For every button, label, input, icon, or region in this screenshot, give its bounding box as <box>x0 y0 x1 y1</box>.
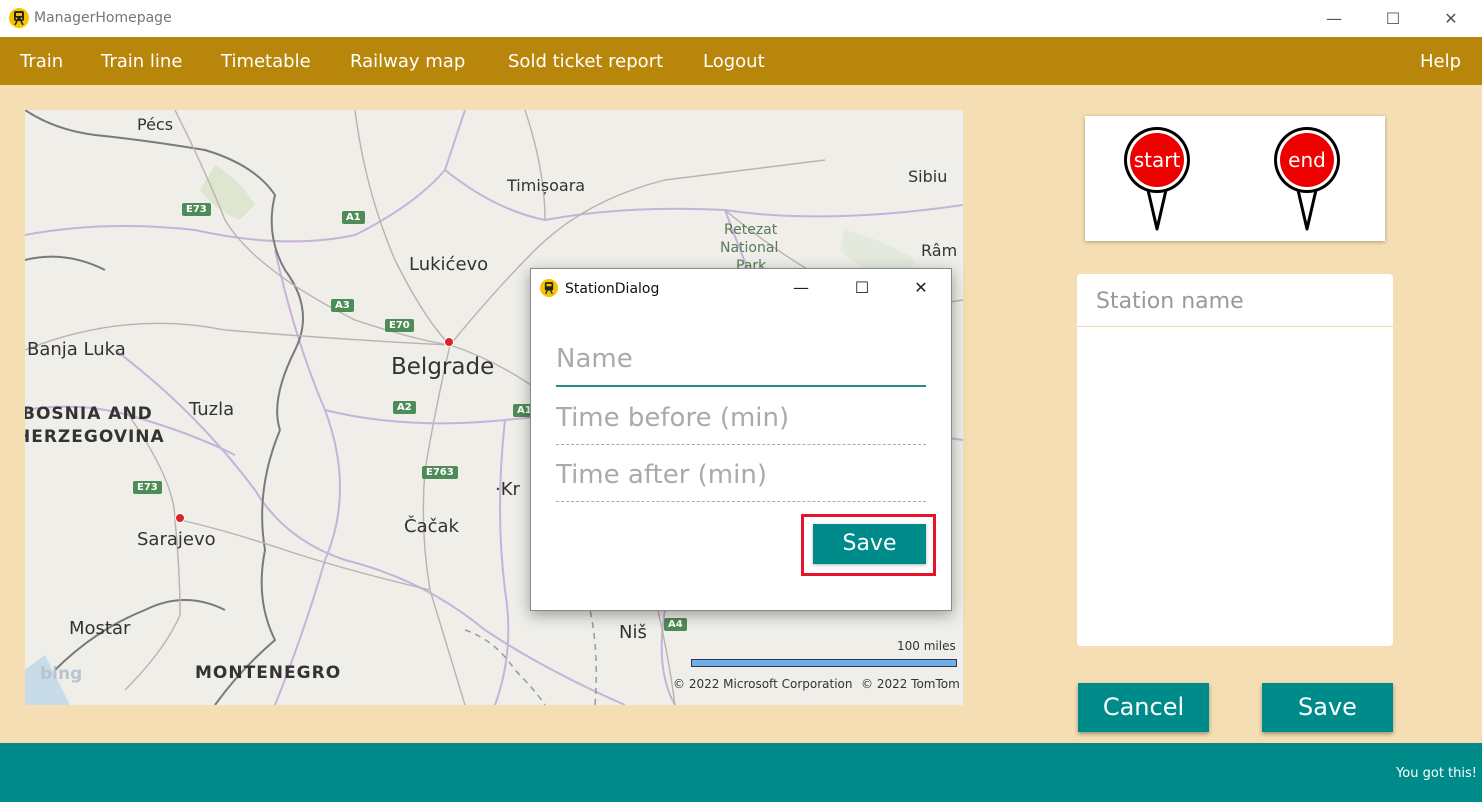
road-shield-e763: E763 <box>422 466 458 479</box>
map-scale-bar <box>691 659 957 667</box>
start-pin-label: start <box>1134 148 1181 172</box>
map-label-mostar: Mostar <box>69 618 131 639</box>
map-label-tuzla: Tuzla <box>189 399 235 420</box>
road-shield-a2: A2 <box>393 401 416 414</box>
menu-train-line[interactable]: Train line <box>101 51 182 72</box>
map-label-nis: Niš <box>619 622 647 643</box>
start-pin-icon[interactable]: start <box>1121 125 1193 231</box>
road-shield-e73: E73 <box>182 203 211 216</box>
map-label-pecs: Pécs <box>137 115 174 134</box>
menu-train[interactable]: Train <box>20 51 63 72</box>
map-label-sarajevo: Sarajevo <box>137 529 216 550</box>
map-label-national: National <box>720 240 779 256</box>
map-label-cacak: Čačak <box>404 516 459 537</box>
dialog-title: StationDialog <box>565 281 660 297</box>
menu-logout[interactable]: Logout <box>703 51 765 72</box>
close-icon[interactable]: ✕ <box>1422 0 1480 37</box>
map-label-bosnia: BOSNIA AND <box>25 404 153 424</box>
station-list-divider <box>1077 326 1393 327</box>
map-label-sibiu: Sibiu <box>908 167 948 186</box>
map-label-ramnicu: Râm <box>921 241 958 260</box>
window-title: ManagerHomepage <box>34 10 172 26</box>
dialog-maximize-icon[interactable]: ☐ <box>842 274 882 302</box>
menu-timetable[interactable]: Timetable <box>221 51 311 72</box>
map-label-lukicevo: Lukićevo <box>409 254 489 275</box>
name-input[interactable] <box>556 337 926 381</box>
map-label-retezat: Retezat <box>724 222 778 238</box>
map-label-belgrade: Belgrade <box>391 354 495 380</box>
name-field <box>556 337 926 387</box>
end-pin-icon[interactable]: end <box>1271 125 1343 231</box>
road-shield-e73-south: E73 <box>133 481 162 494</box>
menu-sold-ticket-report[interactable]: Sold ticket report <box>508 51 663 72</box>
pin-panel: start end <box>1085 116 1385 241</box>
end-pin-label: end <box>1288 148 1326 172</box>
map-scale-label: 100 miles <box>897 639 956 653</box>
save-button[interactable]: Save <box>1262 683 1393 732</box>
maximize-icon[interactable]: ☐ <box>1364 0 1422 37</box>
minimize-icon[interactable]: — <box>1305 0 1363 37</box>
city-marker-belgrade <box>444 337 454 347</box>
cancel-button[interactable]: Cancel <box>1078 683 1209 732</box>
station-list-header: Station name <box>1096 289 1244 314</box>
menu-railway-map[interactable]: Railway map <box>350 51 465 72</box>
time-before-field <box>556 396 926 445</box>
map-label-montenegro: MONTENEGRO <box>195 663 342 683</box>
map-label-kr: ·Kr <box>495 479 520 500</box>
city-marker-sarajevo <box>175 513 185 523</box>
dialog-save-button[interactable]: Save <box>813 524 926 564</box>
dialog-minimize-icon[interactable]: — <box>781 274 821 302</box>
road-shield-a3: A3 <box>331 299 354 312</box>
train-dialog-icon <box>540 279 558 297</box>
station-list[interactable]: Station name <box>1077 274 1393 646</box>
status-bar: You got this! <box>0 743 1482 802</box>
road-shield-e70: E70 <box>385 319 414 332</box>
map-copyright-tomtom: © 2022 TomTom <box>861 677 960 691</box>
time-before-input[interactable] <box>556 396 926 440</box>
train-app-icon <box>9 8 29 28</box>
menu-bar: Train Train line Timetable Railway map S… <box>0 37 1482 85</box>
dialog-close-icon[interactable]: ✕ <box>901 274 941 302</box>
window-titlebar: ManagerHomepage — ☐ ✕ <box>0 0 1482 37</box>
road-shield-a1: A1 <box>342 211 365 224</box>
station-dialog: StationDialog — ☐ ✕ Save <box>530 268 952 611</box>
road-shield-a4: A4 <box>664 618 687 631</box>
map-copyright-microsoft: © 2022 Microsoft Corporation <box>673 677 853 691</box>
menu-help[interactable]: Help <box>1420 51 1461 72</box>
map-label-timisoara: Timișoara <box>507 176 586 195</box>
map-label-herzegovina: HERZEGOVINA <box>25 427 165 447</box>
map-label-banja-luka: Banja Luka <box>27 339 126 360</box>
bing-logo-icon: bing <box>40 664 83 684</box>
time-after-input[interactable] <box>556 453 926 497</box>
status-text: You got this! <box>1396 766 1477 781</box>
time-after-field <box>556 453 926 502</box>
